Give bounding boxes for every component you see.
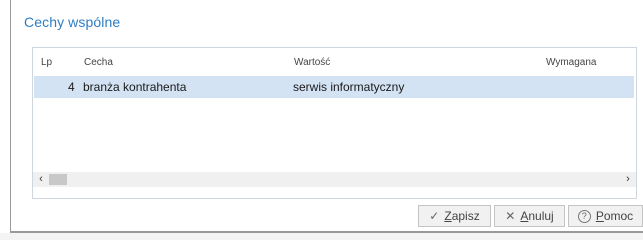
save-button-label: Zapisz xyxy=(444,209,480,223)
horizontal-scrollbar[interactable]: ‹ › xyxy=(33,172,636,187)
cancel-button[interactable]: ✕ Anuluj xyxy=(494,205,565,227)
section-title: Cechy wspólne xyxy=(24,14,121,30)
attributes-grid: Lp Cecha Wartość Wymagana 4 branża kontr… xyxy=(32,47,637,199)
cancel-button-label: Anuluj xyxy=(520,209,554,223)
column-header-wymagana[interactable]: Wymagana xyxy=(546,57,597,68)
close-icon: ✕ xyxy=(505,209,516,223)
window-border-left xyxy=(10,0,11,232)
help-circle-icon: ? xyxy=(577,209,591,223)
scrollbar-thumb[interactable] xyxy=(49,174,67,185)
grid-header: Lp Cecha Wartość Wymagana xyxy=(33,48,636,75)
window-shadow xyxy=(0,233,643,240)
cell-cecha: branża kontrahenta xyxy=(83,80,187,94)
column-header-lp[interactable]: Lp xyxy=(41,57,52,68)
table-row[interactable]: 4 branża kontrahenta serwis informatyczn… xyxy=(34,76,634,98)
scroll-left-icon[interactable]: ‹ xyxy=(34,172,48,187)
help-button-label: Pomoc xyxy=(595,209,634,223)
cell-wartosc: serwis informatyczny xyxy=(293,80,405,94)
help-button[interactable]: ? Pomoc xyxy=(568,205,643,227)
check-icon: ✓ xyxy=(429,209,440,223)
column-header-wartosc[interactable]: Wartość xyxy=(294,57,330,68)
column-header-cecha[interactable]: Cecha xyxy=(84,57,113,68)
save-button[interactable]: ✓ Zapisz xyxy=(418,205,491,227)
cell-lp: 4 xyxy=(68,80,75,94)
scroll-right-icon[interactable]: › xyxy=(621,172,635,187)
